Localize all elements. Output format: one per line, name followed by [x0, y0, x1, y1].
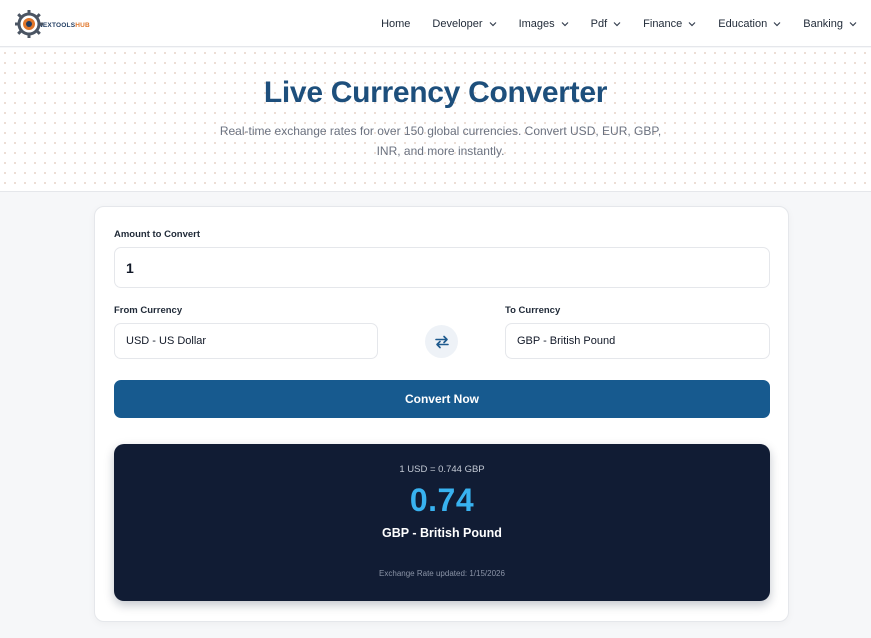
nav-item-finance[interactable]: Finance — [643, 18, 696, 30]
from-currency-select[interactable]: USD - US Dollar — [114, 323, 378, 359]
nav-item-label: Banking — [803, 17, 843, 30]
convert-now-button[interactable]: Convert Now — [114, 380, 770, 418]
nav-item-label: Pdf — [590, 17, 608, 30]
result-currency-name: GBP - British Pound — [382, 526, 502, 540]
convert-button-label: Convert Now — [404, 392, 479, 406]
from-currency-label: From Currency — [114, 305, 183, 316]
amount-input[interactable]: 1 — [114, 247, 770, 288]
swap-arrows-icon — [434, 335, 449, 348]
to-currency-select[interactable]: GBP - British Pound — [505, 323, 770, 359]
amount-label: Amount to Convert — [114, 229, 201, 240]
page-title: Live Currency Converter — [263, 76, 608, 109]
page-subtitle: Real-time exchange rates for over 150 gl… — [219, 124, 662, 158]
hero-section: Live Currency Converter Real-time exchan… — [0, 48, 871, 192]
nav-item-label: Images — [518, 17, 555, 30]
nav-item-label: Home — [381, 17, 411, 30]
converter-card: Amount to Convert 1 From Currency USD - … — [94, 206, 789, 622]
chevron-down-icon — [849, 21, 857, 26]
nav-item-developer[interactable]: Developer — [432, 18, 496, 30]
chevron-down-icon — [561, 21, 569, 26]
logo-text-accent: HUB — [75, 21, 90, 29]
to-currency-value: GBP - British Pound — [517, 335, 616, 347]
chevron-down-icon — [688, 21, 696, 26]
nav-item-label: Developer — [432, 17, 483, 30]
exchange-rate-line: 1 USD = 0.744 GBP — [399, 464, 485, 475]
swap-currencies-button[interactable] — [425, 325, 458, 358]
chevron-down-icon — [489, 21, 496, 26]
chevron-down-icon — [773, 21, 781, 26]
nav-item-banking[interactable]: Banking — [803, 18, 857, 30]
top-navigation: NEXTOOLSHUB Home Developer Images Pdf Fi… — [0, 0, 871, 47]
site-logo[interactable]: NEXTOOLSHUB — [14, 8, 90, 40]
nav-item-label: Finance — [643, 17, 683, 30]
gear-logo-icon — [14, 9, 44, 39]
from-currency-value: USD - US Dollar — [126, 335, 207, 347]
converted-amount: 0.74 — [409, 482, 475, 518]
chevron-down-icon — [613, 21, 621, 26]
amount-value: 1 — [126, 259, 134, 276]
nav-item-education[interactable]: Education — [718, 18, 781, 30]
nav-item-label: Education — [718, 17, 768, 30]
main-menu: Home Developer Images Pdf Finance Educat… — [381, 0, 857, 47]
to-currency-label: To Currency — [505, 305, 561, 316]
nav-item-pdf[interactable]: Pdf — [591, 18, 622, 30]
nav-item-home[interactable]: Home — [381, 18, 410, 30]
nav-item-images[interactable]: Images — [519, 18, 569, 30]
conversion-result-panel: 1 USD = 0.744 GBP 0.74 GBP - British Pou… — [114, 444, 770, 601]
rate-updated-timestamp: Exchange Rate updated: 1/15/2026 — [379, 569, 505, 578]
